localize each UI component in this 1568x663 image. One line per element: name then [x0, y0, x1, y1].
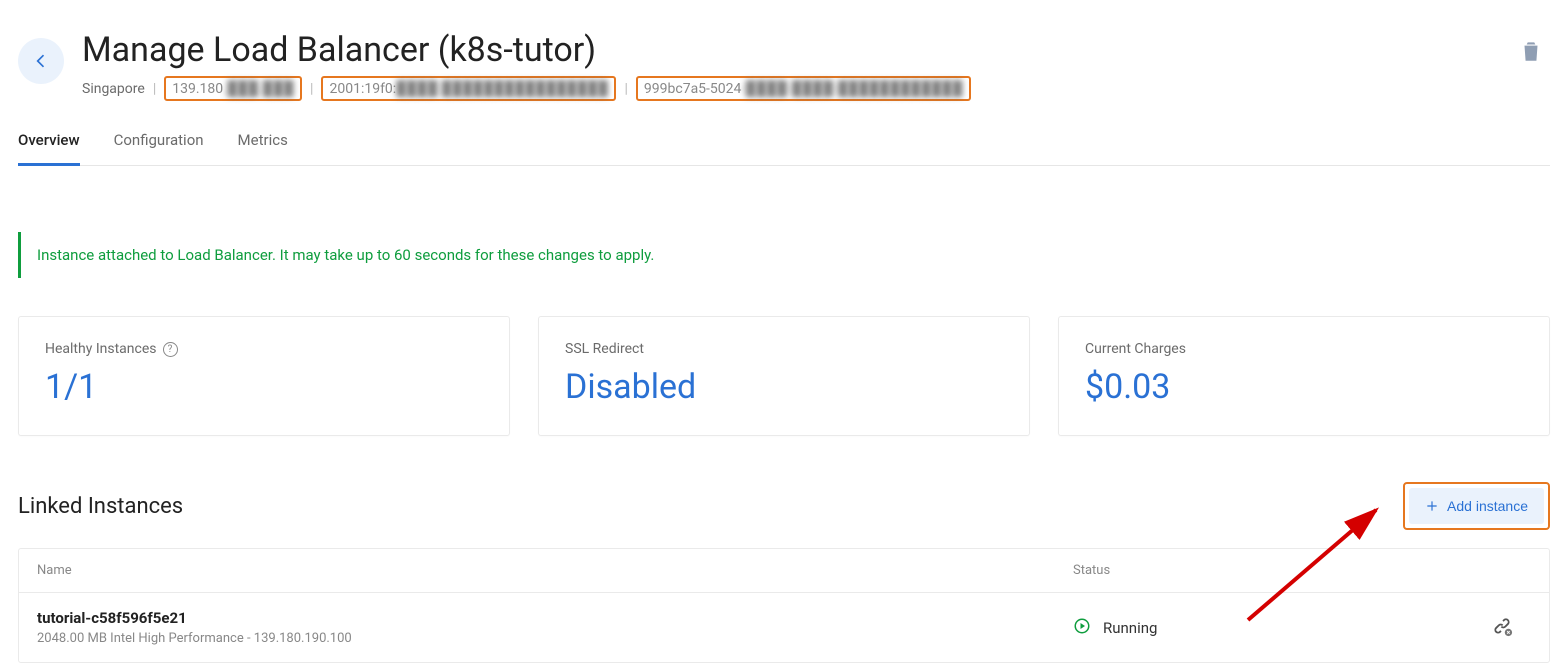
running-icon	[1073, 617, 1091, 639]
back-button[interactable]	[18, 38, 64, 84]
charges-value: $0.03	[1085, 367, 1523, 407]
success-alert: Instance attached to Load Balancer. It m…	[18, 232, 1550, 278]
help-icon[interactable]: ?	[163, 342, 178, 357]
delete-button[interactable]	[1518, 38, 1544, 64]
ssl-label: SSL Redirect	[565, 341, 644, 357]
tabs: Overview Configuration Metrics	[18, 131, 1550, 166]
charges-label: Current Charges	[1085, 341, 1186, 357]
healthy-label: Healthy Instances	[45, 341, 157, 357]
instance-status: Running	[1103, 619, 1157, 637]
healthy-value: 1/1	[45, 367, 483, 407]
instance-name: tutorial-c58f596f5e21	[37, 609, 1073, 627]
ssl-value: Disabled	[565, 367, 1003, 407]
add-instance-button[interactable]: Add instance	[1409, 488, 1544, 524]
add-instance-label: Add instance	[1447, 498, 1528, 514]
plus-icon	[1425, 499, 1439, 513]
card-ssl-redirect: SSL Redirect Disabled	[538, 316, 1030, 436]
alert-text: Instance attached to Load Balancer. It m…	[37, 246, 654, 264]
trash-icon	[1518, 38, 1544, 64]
col-header-status: Status	[1073, 563, 1491, 578]
meta-line: Singapore | 139.180.███.███ | 2001:19f0:…	[82, 76, 1500, 101]
tab-configuration[interactable]: Configuration	[114, 131, 204, 165]
unlink-button[interactable]	[1491, 622, 1513, 641]
arrow-left-icon	[31, 51, 51, 71]
card-current-charges: Current Charges $0.03	[1058, 316, 1550, 436]
uuid-chip[interactable]: 999bc7a5-5024-████-████-████████████	[636, 76, 971, 101]
ipv4-chip[interactable]: 139.180.███.███	[164, 76, 302, 101]
tab-metrics[interactable]: Metrics	[238, 131, 288, 165]
linked-instances-table: Name Status tutorial-c58f596f5e21 2048.0…	[18, 548, 1550, 663]
col-header-name: Name	[37, 563, 1073, 578]
card-healthy-instances: Healthy Instances ? 1/1	[18, 316, 510, 436]
ipv6-chip[interactable]: 2001:19f0:████:████████████████	[321, 76, 616, 101]
instance-sub: 2048.00 MB Intel High Performance - 139.…	[37, 631, 1073, 646]
tab-overview[interactable]: Overview	[18, 131, 80, 166]
region-label: Singapore	[82, 81, 145, 97]
table-row[interactable]: tutorial-c58f596f5e21 2048.00 MB Intel H…	[19, 593, 1549, 662]
page-title: Manage Load Balancer (k8s-tutor)	[82, 30, 1500, 70]
linked-instances-title: Linked Instances	[18, 494, 183, 519]
